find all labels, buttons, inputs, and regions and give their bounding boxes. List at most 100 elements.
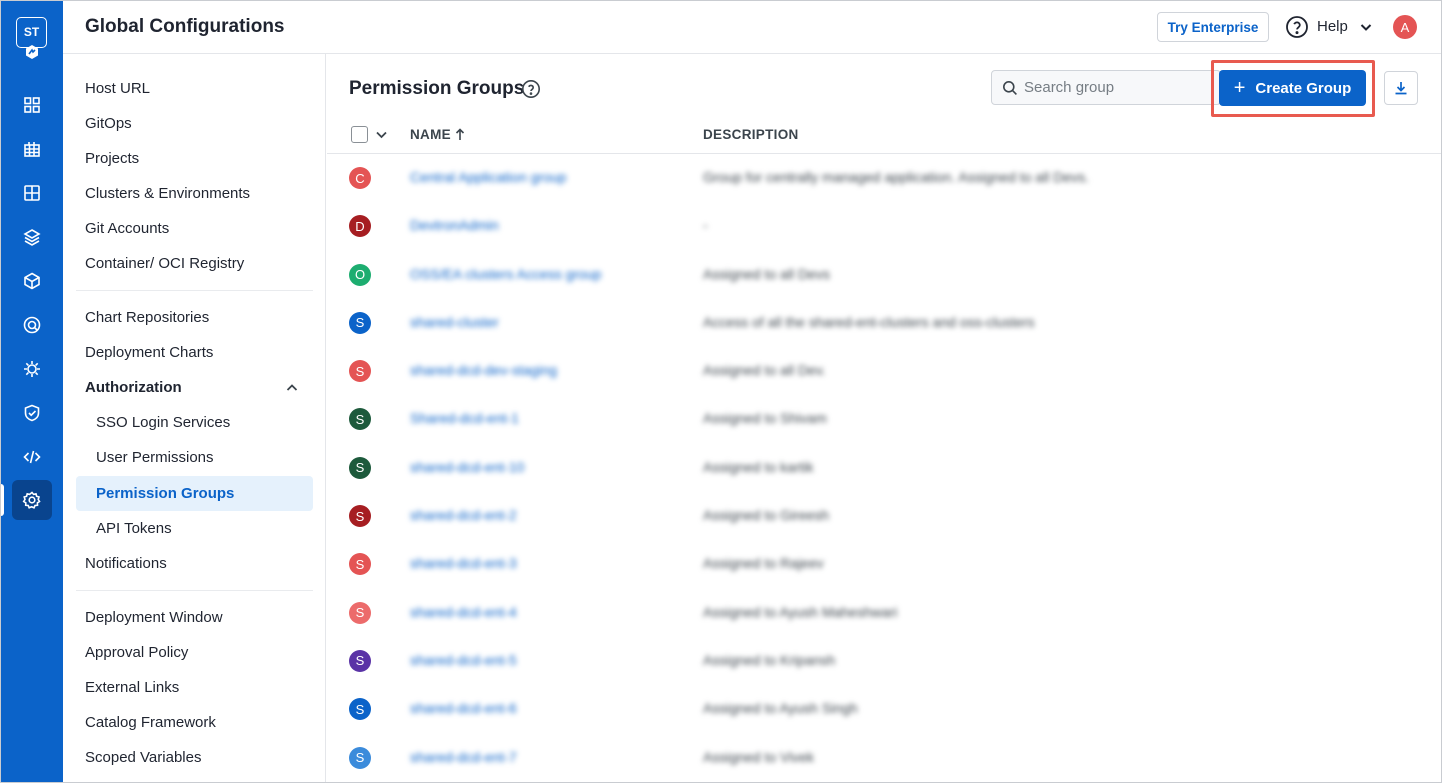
nav-item-container-registry[interactable]: Container/ OCI Registry [85, 255, 244, 272]
nav-item-gitops[interactable]: GitOps [85, 115, 132, 132]
group-avatar: O [349, 263, 371, 286]
search-box [991, 70, 1221, 105]
table-row[interactable]: S shared-dcd-ent-7 Assigned to Vivek [327, 734, 1442, 782]
group-avatar: S [349, 698, 371, 721]
group-name-link[interactable]: shared-cluster [410, 314, 499, 330]
nav-item-git-accounts[interactable]: Git Accounts [85, 220, 169, 237]
sort-ascending-icon[interactable] [455, 128, 465, 141]
group-avatar: S [349, 408, 371, 431]
nav-item-external-links[interactable]: External Links [85, 679, 179, 696]
table-row[interactable]: S Shared-dcd-ent-1 Assigned to Shivam [327, 395, 1442, 443]
settings-icon[interactable] [19, 487, 45, 513]
help-label[interactable]: Help [1317, 18, 1348, 35]
group-avatar: S [349, 746, 371, 769]
group-name-link[interactable]: shared-dcd-ent-7 [410, 749, 517, 765]
group-avatar: S [349, 311, 371, 334]
group-name-link[interactable]: shared-dcd-ent-4 [410, 604, 517, 620]
table-row[interactable]: S shared-dcd-dev-staging Assigned to all… [327, 347, 1442, 395]
nav-item-approval-policy[interactable]: Approval Policy [85, 644, 188, 661]
group-name-link[interactable]: shared-dcd-ent-10 [410, 459, 524, 475]
group-description: - [703, 217, 708, 234]
group-avatar: D [349, 215, 371, 238]
table-row[interactable]: S shared-dcd-ent-3 Assigned to Rajeev [327, 540, 1442, 588]
search-icon [1003, 81, 1017, 95]
group-name-link[interactable]: shared-dcd-dev-staging [410, 362, 557, 378]
group-avatar: S [349, 505, 371, 528]
group-description: Assigned to Vivek [703, 748, 815, 765]
shield-check-icon[interactable] [19, 400, 45, 426]
nav-item-clusters-environments[interactable]: Clusters & Environments [85, 185, 250, 202]
nav-item-scoped-variables[interactable]: Scoped Variables [85, 749, 201, 766]
table-row[interactable]: S shared-dcd-ent-4 Assigned to Ayush Mah… [327, 589, 1442, 637]
group-name-link[interactable]: shared-dcd-ent-6 [410, 700, 517, 716]
nav-item-deployment-charts[interactable]: Deployment Charts [85, 344, 213, 361]
code-icon[interactable] [19, 444, 45, 470]
select-all-checkbox[interactable] [351, 126, 368, 143]
nav-divider [76, 290, 313, 291]
security-scan-icon[interactable] [19, 312, 45, 338]
nav-item-permission-groups[interactable]: Permission Groups [96, 485, 234, 502]
table-row[interactable]: S shared-dcd-ent-2 Assigned to Gireesh [327, 492, 1442, 540]
app-logo[interactable]: ST [16, 17, 47, 61]
help-icon[interactable] [1285, 15, 1309, 39]
group-avatar: C [349, 167, 371, 189]
group-name-link[interactable]: Central Application group [410, 169, 566, 185]
group-avatar: S [349, 601, 371, 624]
permission-groups-list: C Central Application group Group for ce… [327, 154, 1442, 782]
column-description-header: DESCRIPTION [703, 127, 799, 142]
stack-icon[interactable] [19, 224, 45, 250]
chevron-down-icon[interactable] [1359, 20, 1373, 34]
group-name-link[interactable]: Shared-dcd-ent-1 [410, 410, 519, 426]
try-enterprise-button[interactable]: Try Enterprise [1157, 12, 1269, 42]
group-description: Assigned to Ayush Maheshwari [703, 603, 898, 620]
apps-icon[interactable] [19, 136, 45, 162]
group-name-link[interactable]: shared-dcd-ent-5 [410, 652, 517, 668]
group-name-link[interactable]: DevtronAdmin [410, 217, 499, 233]
table-row[interactable]: C Central Application group Group for ce… [327, 154, 1442, 202]
group-description: Assigned to all Dev. [703, 362, 826, 379]
table-row[interactable]: D DevtronAdmin - [327, 202, 1442, 250]
nav-item-user-permissions[interactable]: User Permissions [96, 449, 214, 466]
chevron-up-icon[interactable] [285, 381, 299, 395]
nav-item-notifications[interactable]: Notifications [85, 555, 167, 572]
nav-item-host-url[interactable]: Host URL [85, 80, 150, 97]
settings-nav: Host URL GitOps Projects Clusters & Envi… [63, 54, 326, 783]
group-description: Assigned to kartik [703, 458, 814, 475]
nav-item-deployment-window[interactable]: Deployment Window [85, 609, 223, 626]
main-content: Permission Groups + Create Group NAME DE… [327, 54, 1442, 783]
table-row[interactable]: S shared-dcd-ent-6 Assigned to Ayush Sin… [327, 685, 1442, 733]
help-icon[interactable] [521, 79, 541, 99]
nav-item-chart-repositories[interactable]: Chart Repositories [85, 309, 209, 326]
group-name-link[interactable]: shared-dcd-ent-2 [410, 507, 517, 523]
search-input[interactable] [1024, 72, 1214, 103]
nav-item-catalog-framework[interactable]: Catalog Framework [85, 714, 216, 731]
page-title: Permission Groups [349, 78, 525, 99]
nav-item-authorization[interactable]: Authorization [85, 379, 182, 396]
cube-icon[interactable] [19, 268, 45, 294]
grid-icon[interactable] [19, 92, 45, 118]
table-row[interactable]: S shared-cluster Access of all the share… [327, 299, 1442, 347]
download-button[interactable] [1384, 71, 1418, 105]
group-avatar: S [349, 553, 371, 576]
nav-item-sso-login[interactable]: SSO Login Services [96, 414, 230, 431]
group-name-link[interactable]: OSS/EA clusters Access group [410, 266, 601, 282]
group-name-link[interactable]: shared-dcd-ent-3 [410, 555, 517, 571]
column-name-header[interactable]: NAME [410, 127, 451, 142]
chevron-down-icon[interactable] [375, 128, 388, 141]
nav-item-projects[interactable]: Projects [85, 150, 139, 167]
create-group-button[interactable]: + Create Group [1219, 70, 1366, 106]
nav-item-api-tokens[interactable]: API Tokens [96, 520, 172, 537]
group-avatar: S [349, 456, 371, 479]
bug-icon[interactable] [19, 356, 45, 382]
user-avatar[interactable]: A [1393, 15, 1417, 39]
download-icon [1395, 82, 1407, 95]
plus-icon: + [1233, 77, 1246, 99]
table-row[interactable]: S shared-dcd-ent-5 Assigned to Kripansh [327, 637, 1442, 685]
table-header: NAME DESCRIPTION [327, 116, 1442, 154]
icon-rail: ST [0, 0, 63, 783]
group-description: Assigned to Gireesh [703, 507, 830, 524]
table-row[interactable]: S shared-dcd-ent-10 Assigned to kartik [327, 444, 1442, 492]
dashboard-icon[interactable] [19, 180, 45, 206]
nav-divider [76, 590, 313, 591]
table-row[interactable]: O OSS/EA clusters Access group Assigned … [327, 251, 1442, 299]
